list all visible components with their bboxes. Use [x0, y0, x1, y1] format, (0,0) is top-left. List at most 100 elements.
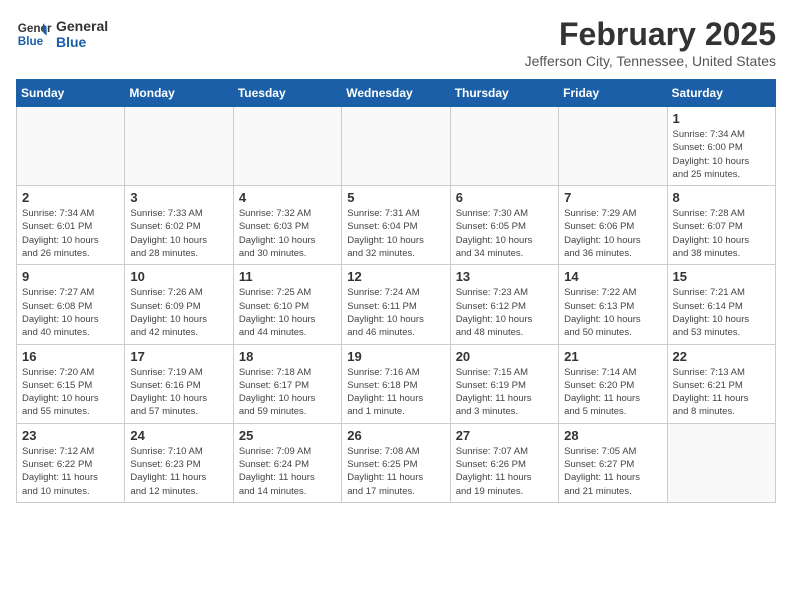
day-number: 24: [130, 428, 227, 443]
calendar-cell: [450, 107, 558, 186]
day-number: 3: [130, 190, 227, 205]
logo-blue: Blue: [56, 34, 108, 50]
day-number: 11: [239, 269, 336, 284]
column-header-thursday: Thursday: [450, 80, 558, 107]
day-info: Sunrise: 7:20 AM Sunset: 6:15 PM Dayligh…: [22, 366, 119, 419]
calendar-cell: 16 Sunrise: 7:20 AM Sunset: 6:15 PM Dayli…: [17, 344, 125, 423]
calendar-cell: 8 Sunrise: 7:28 AM Sunset: 6:07 PM Daylig…: [667, 186, 775, 265]
day-number: 12: [347, 269, 444, 284]
svg-text:Blue: Blue: [18, 35, 44, 48]
day-number: 2: [22, 190, 119, 205]
day-number: 1: [673, 111, 770, 126]
day-info: Sunrise: 7:07 AM Sunset: 6:26 PM Dayligh…: [456, 445, 553, 498]
calendar-cell: 10Sunrise: 7:26 AM Sunset: 6:09 PM Dayli…: [125, 265, 233, 344]
column-header-tuesday: Tuesday: [233, 80, 341, 107]
calendar-cell: 19 Sunrise: 7:16 AM Sunset: 6:18 PM Dayli…: [342, 344, 450, 423]
calendar-cell: [342, 107, 450, 186]
column-header-saturday: Saturday: [667, 80, 775, 107]
column-header-friday: Friday: [559, 80, 667, 107]
day-info: Sunrise: 7:34 AM Sunset: 6:00 PM Dayligh…: [673, 128, 770, 181]
calendar-cell: [559, 107, 667, 186]
calendar-cell: 12 Sunrise: 7:24 AM Sunset: 6:11 PM Dayli…: [342, 265, 450, 344]
day-number: 7: [564, 190, 661, 205]
calendar-cell: 24 Sunrise: 7:10 AM Sunset: 6:23 PM Dayli…: [125, 423, 233, 502]
calendar-cell: 11Sunrise: 7:25 AM Sunset: 6:10 PM Dayli…: [233, 265, 341, 344]
day-info: Sunrise: 7:19 AM Sunset: 6:16 PM Dayligh…: [130, 366, 227, 419]
day-info: Sunrise: 7:26 AM Sunset: 6:09 PM Dayligh…: [130, 286, 227, 339]
day-info: Sunrise: 7:34 AM Sunset: 6:01 PM Dayligh…: [22, 207, 119, 260]
calendar-header-row: SundayMondayTuesdayWednesdayThursdayFrid…: [17, 80, 776, 107]
column-header-wednesday: Wednesday: [342, 80, 450, 107]
day-info: Sunrise: 7:08 AM Sunset: 6:25 PM Dayligh…: [347, 445, 444, 498]
calendar-cell: 4Sunrise: 7:32 AM Sunset: 6:03 PM Daylig…: [233, 186, 341, 265]
calendar-cell: 22Sunrise: 7:13 AM Sunset: 6:21 PM Dayli…: [667, 344, 775, 423]
logo: General Blue General Blue: [16, 16, 108, 52]
day-info: Sunrise: 7:15 AM Sunset: 6:19 PM Dayligh…: [456, 366, 553, 419]
calendar-cell: 15 Sunrise: 7:21 AM Sunset: 6:14 PM Dayli…: [667, 265, 775, 344]
day-number: 27: [456, 428, 553, 443]
day-number: 18: [239, 349, 336, 364]
calendar-cell: 6 Sunrise: 7:30 AM Sunset: 6:05 PM Daylig…: [450, 186, 558, 265]
day-number: 26: [347, 428, 444, 443]
day-number: 8: [673, 190, 770, 205]
calendar-week-5: 23Sunrise: 7:12 AM Sunset: 6:22 PM Dayli…: [17, 423, 776, 502]
calendar-cell: 25 Sunrise: 7:09 AM Sunset: 6:24 PM Dayli…: [233, 423, 341, 502]
day-info: Sunrise: 7:30 AM Sunset: 6:05 PM Dayligh…: [456, 207, 553, 260]
day-info: Sunrise: 7:31 AM Sunset: 6:04 PM Dayligh…: [347, 207, 444, 260]
day-info: Sunrise: 7:14 AM Sunset: 6:20 PM Dayligh…: [564, 366, 661, 419]
calendar-cell: 3 Sunrise: 7:33 AM Sunset: 6:02 PM Daylig…: [125, 186, 233, 265]
day-number: 20: [456, 349, 553, 364]
day-info: Sunrise: 7:33 AM Sunset: 6:02 PM Dayligh…: [130, 207, 227, 260]
calendar-week-4: 16 Sunrise: 7:20 AM Sunset: 6:15 PM Dayli…: [17, 344, 776, 423]
day-number: 23: [22, 428, 119, 443]
calendar-cell: 7Sunrise: 7:29 AM Sunset: 6:06 PM Daylig…: [559, 186, 667, 265]
calendar-cell: 18 Sunrise: 7:18 AM Sunset: 6:17 PM Dayli…: [233, 344, 341, 423]
calendar-cell: [17, 107, 125, 186]
day-info: Sunrise: 7:28 AM Sunset: 6:07 PM Dayligh…: [673, 207, 770, 260]
calendar-cell: 2 Sunrise: 7:34 AM Sunset: 6:01 PM Daylig…: [17, 186, 125, 265]
svg-text:General: General: [18, 22, 52, 35]
calendar-cell: 27 Sunrise: 7:07 AM Sunset: 6:26 PM Dayli…: [450, 423, 558, 502]
day-number: 17: [130, 349, 227, 364]
calendar-cell: 23Sunrise: 7:12 AM Sunset: 6:22 PM Dayli…: [17, 423, 125, 502]
day-number: 13: [456, 269, 553, 284]
month-title: February 2025: [525, 16, 776, 53]
location-title: Jefferson City, Tennessee, United States: [525, 53, 776, 69]
page-header: General Blue General Blue February 2025 …: [16, 16, 776, 69]
calendar-cell: 17 Sunrise: 7:19 AM Sunset: 6:16 PM Dayli…: [125, 344, 233, 423]
day-info: Sunrise: 7:23 AM Sunset: 6:12 PM Dayligh…: [456, 286, 553, 339]
day-number: 28: [564, 428, 661, 443]
day-info: Sunrise: 7:18 AM Sunset: 6:17 PM Dayligh…: [239, 366, 336, 419]
day-number: 14: [564, 269, 661, 284]
day-info: Sunrise: 7:09 AM Sunset: 6:24 PM Dayligh…: [239, 445, 336, 498]
day-info: Sunrise: 7:05 AM Sunset: 6:27 PM Dayligh…: [564, 445, 661, 498]
logo-icon: General Blue: [16, 16, 52, 52]
day-number: 15: [673, 269, 770, 284]
day-number: 22: [673, 349, 770, 364]
day-number: 19: [347, 349, 444, 364]
calendar-cell: [125, 107, 233, 186]
calendar-cell: 20 Sunrise: 7:15 AM Sunset: 6:19 PM Dayli…: [450, 344, 558, 423]
calendar-week-2: 2 Sunrise: 7:34 AM Sunset: 6:01 PM Daylig…: [17, 186, 776, 265]
calendar-cell: 9Sunrise: 7:27 AM Sunset: 6:08 PM Daylig…: [17, 265, 125, 344]
day-info: Sunrise: 7:21 AM Sunset: 6:14 PM Dayligh…: [673, 286, 770, 339]
calendar-cell: [233, 107, 341, 186]
logo-general: General: [56, 18, 108, 34]
day-number: 21: [564, 349, 661, 364]
calendar-week-3: 9Sunrise: 7:27 AM Sunset: 6:08 PM Daylig…: [17, 265, 776, 344]
calendar-table: SundayMondayTuesdayWednesdayThursdayFrid…: [16, 79, 776, 503]
day-number: 9: [22, 269, 119, 284]
title-area: February 2025 Jefferson City, Tennessee,…: [525, 16, 776, 69]
calendar-cell: 21 Sunrise: 7:14 AM Sunset: 6:20 PM Dayli…: [559, 344, 667, 423]
day-number: 16: [22, 349, 119, 364]
day-number: 5: [347, 190, 444, 205]
day-number: 25: [239, 428, 336, 443]
day-info: Sunrise: 7:24 AM Sunset: 6:11 PM Dayligh…: [347, 286, 444, 339]
day-number: 4: [239, 190, 336, 205]
calendar-cell: 5 Sunrise: 7:31 AM Sunset: 6:04 PM Daylig…: [342, 186, 450, 265]
day-info: Sunrise: 7:10 AM Sunset: 6:23 PM Dayligh…: [130, 445, 227, 498]
day-info: Sunrise: 7:16 AM Sunset: 6:18 PM Dayligh…: [347, 366, 444, 419]
calendar-cell: 28 Sunrise: 7:05 AM Sunset: 6:27 PM Dayli…: [559, 423, 667, 502]
day-number: 6: [456, 190, 553, 205]
day-info: Sunrise: 7:22 AM Sunset: 6:13 PM Dayligh…: [564, 286, 661, 339]
